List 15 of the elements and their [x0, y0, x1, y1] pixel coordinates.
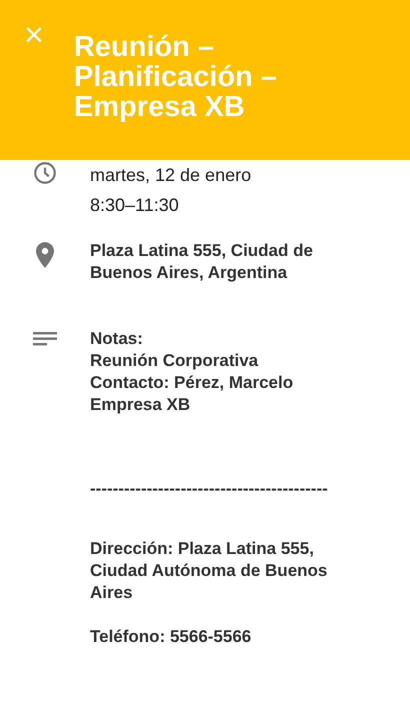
clock-icon	[32, 160, 58, 186]
detail-text: Empresa XB	[90, 394, 192, 416]
notes-icon	[33, 332, 57, 346]
detail-text: martes, 12 de enero	[90, 164, 252, 187]
location-pin-icon	[36, 242, 54, 268]
event-title: Reunión – Planificación – Empresa XB	[74, 32, 278, 125]
detail-text: Contacto: Pérez, Marcelo	[90, 372, 294, 394]
detail-text: Plaza Latina 555, Ciudad de Buenos Aires, Argentina	[90, 240, 314, 284]
detail-text: Reunión Corporativa	[90, 350, 260, 372]
close-button[interactable]: ×	[24, 20, 44, 50]
detail-text: Notas:	[90, 328, 144, 350]
detail-text: 8:30–11:30	[90, 194, 180, 217]
dashed-separator: ------------------------------------------	[90, 478, 329, 500]
detail-text: Teléfono: 5566-5566	[90, 626, 252, 648]
detail-text: Dirección: Plaza Latina 555, Ciudad Autónoma de Buenos Aires	[90, 538, 328, 604]
